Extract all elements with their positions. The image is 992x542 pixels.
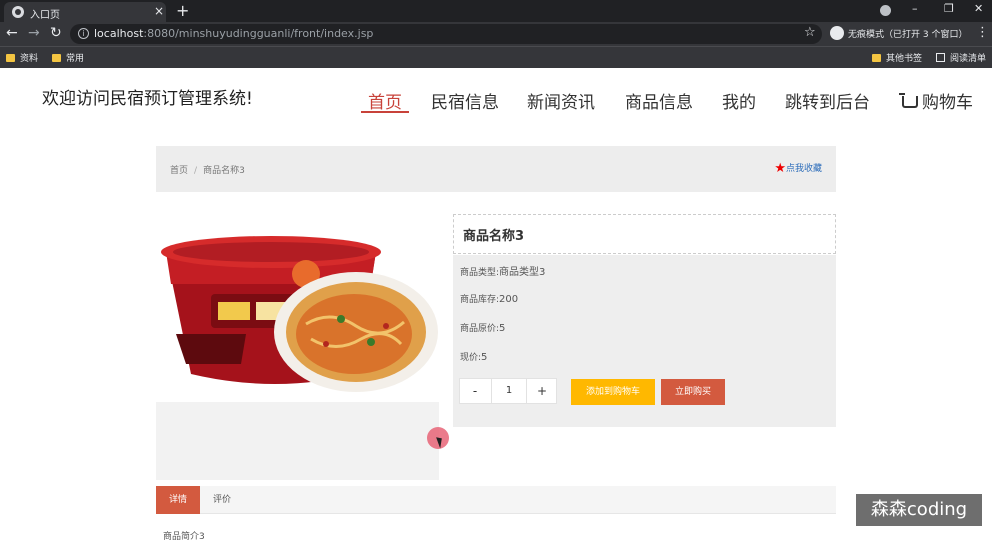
increment-button[interactable]: + xyxy=(527,379,557,403)
product-image xyxy=(156,214,439,400)
product-stock-row: 商品库存:200 xyxy=(460,294,519,305)
reading-list-icon xyxy=(936,53,945,62)
reading-list[interactable]: 阅读清单 xyxy=(936,51,986,64)
detail-tabs: 详情 评价 xyxy=(156,486,836,514)
bookmarks-bar: 资料 常用 其他书签 阅读清单 xyxy=(0,46,992,68)
other-bookmarks[interactable]: 其他书签 xyxy=(872,51,922,64)
page: 欢迎访问民宿预订管理系统! 首页 民宿信息 新闻资讯 商品信息 我的 跳转到后台… xyxy=(0,68,992,542)
info-icon[interactable]: i xyxy=(78,28,89,39)
product-name-box: 商品名称3 xyxy=(453,214,836,254)
bookmark-folder[interactable]: 资料 xyxy=(6,51,38,64)
folder-icon xyxy=(6,54,15,62)
folder-icon xyxy=(52,54,61,62)
nav-products[interactable]: 商品信息 xyxy=(625,88,693,113)
close-window-icon[interactable]: ✕ xyxy=(974,2,983,15)
browser-menu-icon[interactable]: ⋮ xyxy=(976,25,989,40)
watermark: 森森coding xyxy=(856,494,982,526)
product-intro: 商品简介3 xyxy=(163,532,205,542)
buy-now-button[interactable]: 立即购买 xyxy=(661,379,725,405)
nav-homestay[interactable]: 民宿信息 xyxy=(431,88,499,113)
nav-mine[interactable]: 我的 xyxy=(722,88,756,113)
tab-reviews[interactable]: 评价 xyxy=(204,486,240,514)
product-info: 商品类型:商品类型3 商品库存:200 商品原价:5 现价:5 - 1 + 添加… xyxy=(453,255,836,427)
browser-toolbar: ← → ↻ i localhost:8080/minshuyudingguanl… xyxy=(0,22,992,46)
new-tab-button[interactable]: + xyxy=(176,1,189,20)
favorite-link[interactable]: ★点我收藏 xyxy=(774,161,822,176)
nav-news[interactable]: 新闻资讯 xyxy=(527,88,595,113)
browser-tabstrip: 入口页 × + – ❐ ✕ xyxy=(0,0,992,22)
decrement-button[interactable]: - xyxy=(460,379,490,403)
cart-icon xyxy=(899,93,918,108)
nav-active-underline xyxy=(361,111,409,113)
add-to-cart-button[interactable]: 添加到购物车 xyxy=(571,379,655,405)
minimize-icon[interactable]: – xyxy=(912,2,918,15)
nav-home[interactable]: 首页 xyxy=(368,88,402,113)
breadcrumb-current: 商品名称3 xyxy=(203,166,245,176)
quantity-stepper: - 1 + xyxy=(459,378,557,404)
product-price-row: 现价:5 xyxy=(460,352,488,363)
breadcrumb-home[interactable]: 首页 xyxy=(170,166,188,176)
address-bar[interactable]: i localhost:8080/minshuyudingguanli/fron… xyxy=(70,24,822,44)
tab-title: 入口页 xyxy=(30,10,60,21)
product-type-row: 商品类型:商品类型3 xyxy=(460,267,546,278)
incognito-label: 无痕模式（已打开 3 个窗口） xyxy=(848,30,968,40)
forward-icon[interactable]: → xyxy=(28,25,40,41)
image-gallery xyxy=(156,402,439,480)
bookmark-star-icon[interactable]: ☆ xyxy=(804,25,816,40)
incognito-icon xyxy=(830,26,844,40)
quantity-input[interactable]: 1 xyxy=(491,379,527,403)
breadcrumb-separator: / xyxy=(194,166,198,176)
tab-close-button[interactable]: × xyxy=(154,4,164,18)
incognito-indicator[interactable]: 无痕模式（已打开 3 个窗口） xyxy=(828,25,968,43)
back-icon[interactable]: ← xyxy=(6,25,18,41)
product-orig-price-row: 商品原价:5 xyxy=(460,323,506,334)
browser-tab[interactable]: 入口页 × xyxy=(4,2,166,22)
url-text[interactable]: localhost:8080/minshuyudingguanli/front/… xyxy=(94,27,373,40)
product-name: 商品名称3 xyxy=(463,229,525,244)
nav-cart[interactable]: 购物车 xyxy=(899,88,973,113)
site-title: 欢迎访问民宿预订管理系统! xyxy=(42,89,253,109)
restore-icon[interactable]: ❐ xyxy=(944,2,954,15)
bookmark-folder[interactable]: 常用 xyxy=(52,51,84,64)
nav-admin[interactable]: 跳转到后台 xyxy=(785,88,870,113)
extension-icon[interactable] xyxy=(880,5,891,16)
folder-icon xyxy=(872,54,881,62)
star-icon: ★ xyxy=(774,161,786,176)
breadcrumb: 首页 / 商品名称3 ★点我收藏 xyxy=(156,146,836,192)
tab-details[interactable]: 详情 xyxy=(156,486,200,514)
globe-icon xyxy=(12,6,24,18)
reload-icon[interactable]: ↻ xyxy=(50,25,62,41)
